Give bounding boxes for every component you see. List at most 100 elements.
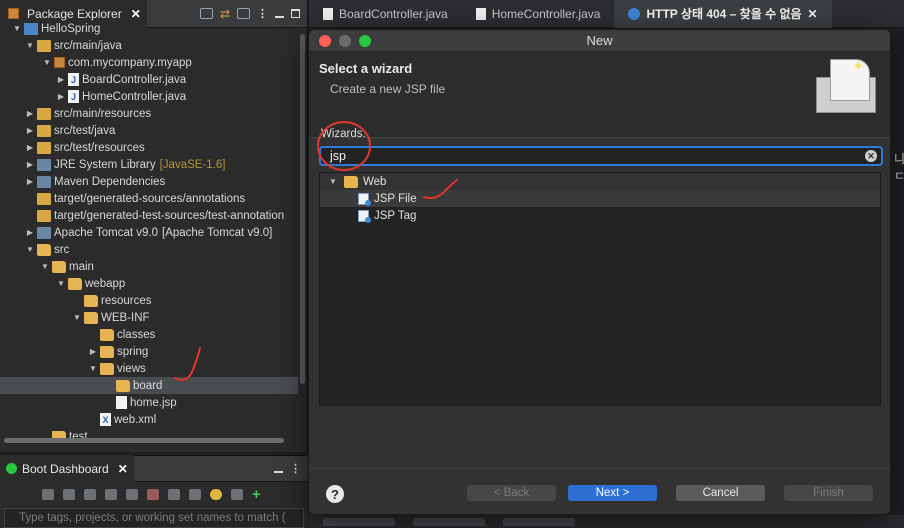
tree-item-homecontroller[interactable]: ▶ J HomeController.java xyxy=(0,88,298,105)
source-folder-icon xyxy=(37,39,51,52)
tree-item-src-main-resources[interactable]: ▶ src/main/resources xyxy=(0,105,298,122)
folder-icon xyxy=(344,175,358,188)
wizard-heading: Select a wizard xyxy=(319,61,413,76)
editor-tabbar: BoardController.java HomeController.java… xyxy=(309,0,904,28)
vertical-scrollbar[interactable] xyxy=(300,34,305,384)
back-button[interactable]: < Back xyxy=(467,485,556,501)
tree-item-boardcontroller[interactable]: ▶ J BoardController.java xyxy=(0,71,298,88)
edit-icon[interactable] xyxy=(168,488,180,500)
folder-icon xyxy=(100,362,114,375)
view-menu-icon[interactable]: ⋮ xyxy=(290,462,301,475)
bottom-view-tabs xyxy=(309,515,904,528)
tree-item-generated-test-sources[interactable]: target/generated-test-sources/test-annot… xyxy=(0,207,298,224)
boot-filter-input[interactable]: Type tags, projects, or working set name… xyxy=(4,508,304,528)
wizard-search-input[interactable]: jsp ✕ xyxy=(319,146,883,166)
start-icon[interactable] xyxy=(42,488,54,500)
deploy-icon[interactable] xyxy=(231,488,243,500)
view-menu-icon[interactable]: ⋮ xyxy=(257,7,268,20)
tree-item-home-jsp[interactable]: home.jsp xyxy=(0,394,298,411)
tab-homecontroller[interactable]: HomeController.java xyxy=(462,0,615,28)
folder-icon xyxy=(84,294,98,307)
package-explorer-icon xyxy=(8,8,19,19)
close-icon[interactable]: ✕ xyxy=(118,462,128,476)
folder-icon xyxy=(100,328,114,341)
close-icon[interactable]: ✕ xyxy=(808,7,818,21)
bottom-tab[interactable] xyxy=(413,517,485,526)
tree-item-views[interactable]: ▼ views xyxy=(0,360,298,377)
finish-button[interactable]: Finish xyxy=(784,485,873,501)
focus-icon[interactable] xyxy=(237,8,250,19)
tree-item-src-test-resources[interactable]: ▶ src/test/resources xyxy=(0,139,298,156)
refresh-icon[interactable] xyxy=(105,488,117,500)
new-wizard-dialog: New Select a wizard Create a new JSP fil… xyxy=(308,29,891,515)
wizard-banner-icon: ✦ xyxy=(816,57,882,115)
bottom-tab[interactable] xyxy=(323,517,395,526)
tree-item-generated-sources[interactable]: target/generated-sources/annotations xyxy=(0,190,298,207)
folder-icon xyxy=(68,277,82,290)
folder-icon xyxy=(100,345,114,358)
wizard-item-jsp-tag[interactable]: JSP Tag xyxy=(320,207,880,224)
folder-icon xyxy=(52,260,66,273)
console-icon[interactable] xyxy=(126,488,138,500)
minimize-icon[interactable] xyxy=(274,465,283,473)
tree-item-tomcat[interactable]: ▶ Apache Tomcat v9.0 [Apache Tomcat v9.0] xyxy=(0,224,298,241)
boot-dashboard-view: Boot Dashboard ✕ ⋮ + Type tags, projects… xyxy=(0,454,308,528)
library-icon xyxy=(37,226,51,239)
tree-item-webapp[interactable]: ▼ webapp xyxy=(0,275,298,292)
cancel-button[interactable]: Cancel xyxy=(676,485,765,501)
source-folder-icon xyxy=(37,141,51,154)
tab-boot-dashboard[interactable]: Boot Dashboard ✕ xyxy=(0,454,134,483)
tree-item-web-inf[interactable]: ▼ WEB-INF xyxy=(0,309,298,326)
debug-icon[interactable] xyxy=(63,488,75,500)
boot-view-controls: ⋮ xyxy=(274,462,308,475)
tree-item-package[interactable]: ▼ com.mycompany.myapp xyxy=(0,54,298,71)
tree-item-resources[interactable]: resources xyxy=(0,292,298,309)
add-icon[interactable]: + xyxy=(252,486,261,503)
boot-tabbar: Boot Dashboard ✕ ⋮ xyxy=(0,454,308,483)
next-button[interactable]: Next > xyxy=(568,485,657,501)
bottom-tab[interactable] xyxy=(503,517,575,526)
horizontal-scrollbar[interactable] xyxy=(4,438,284,443)
tree-item-jre-library[interactable]: ▶ JRE System Library [JavaSE-1.6] xyxy=(0,156,298,173)
button-bar-divider xyxy=(309,468,890,469)
clear-search-icon[interactable]: ✕ xyxy=(865,150,877,162)
dialog-titlebar: New xyxy=(309,30,890,52)
sync-icon[interactable] xyxy=(147,488,159,500)
minimize-icon[interactable] xyxy=(275,10,284,18)
tree-item-classes[interactable]: classes xyxy=(0,326,298,343)
maximize-icon[interactable] xyxy=(291,9,300,18)
stop-icon[interactable] xyxy=(84,488,96,500)
java-file-icon: J xyxy=(68,90,79,103)
wizard-category-web[interactable]: ▼ Web xyxy=(320,173,880,190)
close-icon[interactable]: ✕ xyxy=(131,7,141,21)
wizard-tree: ▼ Web JSP File JSP Tag xyxy=(319,172,881,406)
xml-file-icon: X xyxy=(100,413,111,426)
source-folder-icon xyxy=(37,209,51,222)
link-with-editor-icon[interactable]: ⇄ xyxy=(220,7,230,21)
browser-icon[interactable] xyxy=(189,488,201,500)
tree-item-board[interactable]: board xyxy=(0,377,298,394)
tree-item-src-main-java[interactable]: ▼ src/main/java xyxy=(0,37,298,54)
tree-item-hellospring[interactable]: ▼ HelloSpring xyxy=(0,22,298,37)
tree-item-maven-dependencies[interactable]: ▶ Maven Dependencies xyxy=(0,173,298,190)
package-icon xyxy=(54,57,65,68)
tree-item-src[interactable]: ▼ src xyxy=(0,241,298,258)
tab-label: Package Explorer xyxy=(27,6,122,21)
package-explorer-view: Package Explorer ✕ ⇄ ⋮ ▼ HelloSpring ▼ src… xyxy=(0,0,308,452)
source-folder-icon xyxy=(37,107,51,120)
lightbulb-icon[interactable] xyxy=(210,488,222,500)
java-file-icon: J xyxy=(68,73,79,86)
tree-item-web-xml[interactable]: Xweb.xml xyxy=(0,411,298,428)
tree-item-main[interactable]: ▼ main xyxy=(0,258,298,275)
search-value: jsp xyxy=(330,149,346,163)
tab-http-404[interactable]: HTTP 상태 404 – 찾을 수 없음 ✕ xyxy=(614,0,832,28)
explorer-toolbar: ⇄ ⋮ xyxy=(199,7,307,21)
folder-icon xyxy=(116,379,130,392)
tab-boardcontroller[interactable]: BoardController.java xyxy=(309,0,462,28)
dialog-title: New xyxy=(586,33,613,48)
collapse-all-icon[interactable] xyxy=(199,8,213,19)
wizard-item-jsp-file[interactable]: JSP File xyxy=(320,190,880,207)
tree-item-spring[interactable]: ▶ spring xyxy=(0,343,298,360)
tree-item-src-test-java[interactable]: ▶ src/test/java xyxy=(0,122,298,139)
help-icon[interactable]: ? xyxy=(326,485,344,503)
